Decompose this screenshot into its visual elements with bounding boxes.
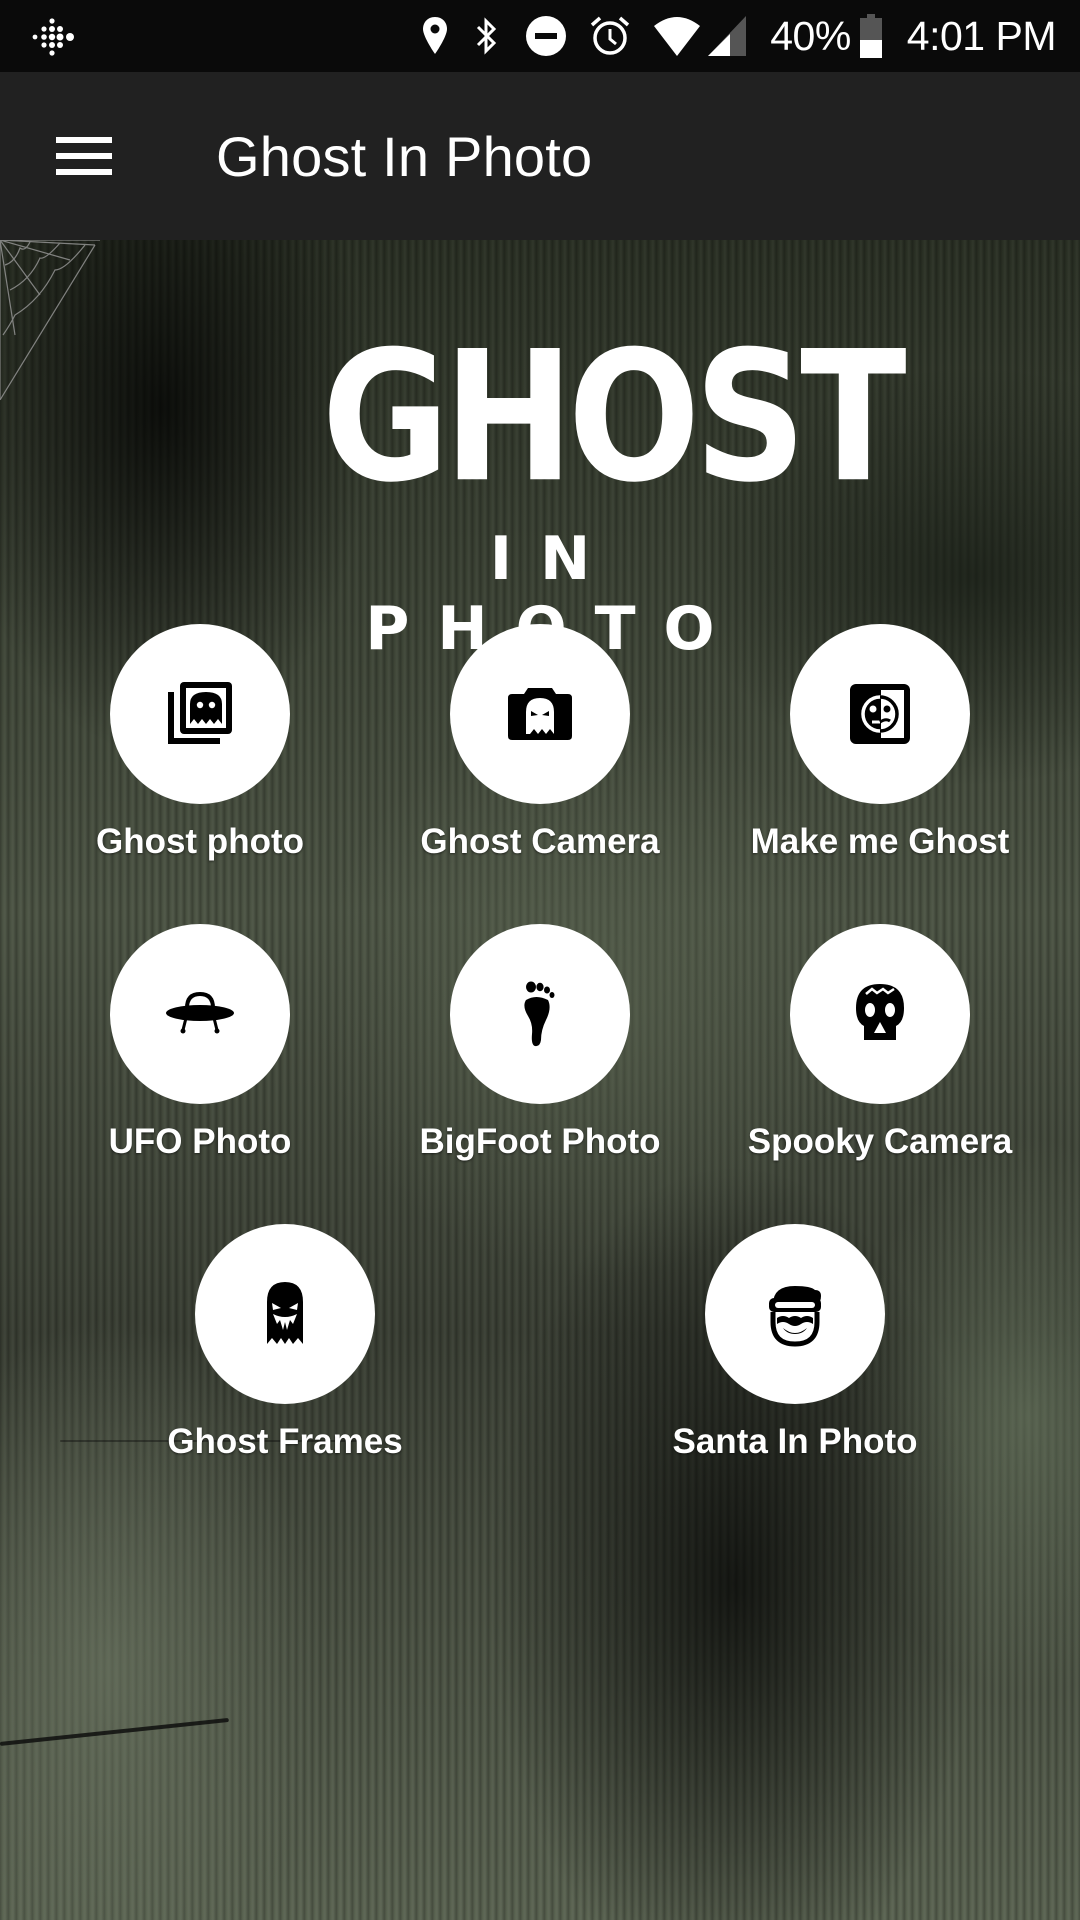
scary-ghost-icon: [267, 1282, 303, 1344]
texture-crack: [0, 1717, 229, 1746]
hamburger-menu-icon: [56, 137, 112, 143]
status-bar: 40% 4:01 PM: [0, 0, 1080, 72]
bluetooth-icon: [477, 17, 497, 55]
do-not-disturb-icon: [526, 16, 567, 56]
cobweb-decoration: [0, 240, 100, 400]
cell-signal-icon: [708, 16, 747, 56]
alarm-icon: [591, 16, 630, 55]
feature-button-circle[interactable]: [790, 624, 970, 804]
half-face-icon: [850, 684, 910, 744]
wifi-icon: [654, 17, 701, 56]
feature-button-circle[interactable]: [110, 624, 290, 804]
feature-label: Ghost photo: [95, 822, 304, 861]
feature-label: Ghost Frames: [167, 1422, 403, 1461]
feature-label: Ghost Camera: [420, 822, 660, 861]
feature-button-circle[interactable]: [110, 924, 290, 1104]
feature-make-me-ghost[interactable]: Make me Ghost: [730, 624, 1030, 884]
feature-label: UFO Photo: [108, 1122, 292, 1161]
feature-spooky-camera[interactable]: Spooky Camera: [730, 924, 1030, 1184]
battery-icon: [859, 14, 882, 58]
app-title: Ghost In Photo: [216, 125, 593, 188]
feature-bigfoot-photo[interactable]: BigFoot Photo: [390, 924, 690, 1184]
ufo-icon: [166, 991, 234, 1034]
ghost-in-photo-logo: GHOST IN PHOTO: [260, 312, 907, 664]
feature-ghost-camera[interactable]: Ghost Camera: [390, 624, 690, 884]
fitbit-icon: [32, 18, 74, 56]
feature-label: Spooky Camera: [747, 1122, 1013, 1161]
feature-button-circle[interactable]: [450, 924, 630, 1104]
ghost-camera-icon: [508, 688, 572, 740]
hamburger-menu-button[interactable]: [40, 116, 128, 196]
feature-label: BigFoot Photo: [419, 1122, 661, 1161]
feature-ghost-frames[interactable]: Ghost Frames: [135, 1224, 435, 1484]
battery-percent: 40%: [770, 12, 851, 59]
feature-santa-in-photo[interactable]: Santa In Photo: [645, 1224, 945, 1484]
sugar-skull-icon: [856, 984, 904, 1040]
feature-ufo-photo[interactable]: UFO Photo: [50, 924, 350, 1184]
feature-button-circle[interactable]: [790, 924, 970, 1104]
feature-button-circle[interactable]: [705, 1224, 885, 1404]
feature-button-circle[interactable]: [450, 624, 630, 804]
ghost-gallery-icon: [168, 682, 232, 744]
hamburger-menu-icon-bar: [56, 169, 112, 175]
app-bar: Ghost In Photo: [0, 72, 1080, 240]
feature-ghost-photo[interactable]: Ghost photo: [50, 624, 350, 884]
clock: 4:01 PM: [906, 12, 1057, 59]
santa-face-icon: [769, 1286, 821, 1347]
feature-button-circle[interactable]: [195, 1224, 375, 1404]
home-screen: GHOST IN PHOTO Ghost photo Ghost Camera: [0, 240, 1080, 1920]
hamburger-menu-icon-bar: [56, 153, 112, 159]
logo-main-text: GHOST: [321, 312, 907, 523]
feature-label: Santa In Photo: [672, 1422, 918, 1461]
footprint-icon: [524, 981, 555, 1047]
location-icon: [423, 17, 448, 54]
feature-label: Make me Ghost: [750, 822, 1010, 861]
